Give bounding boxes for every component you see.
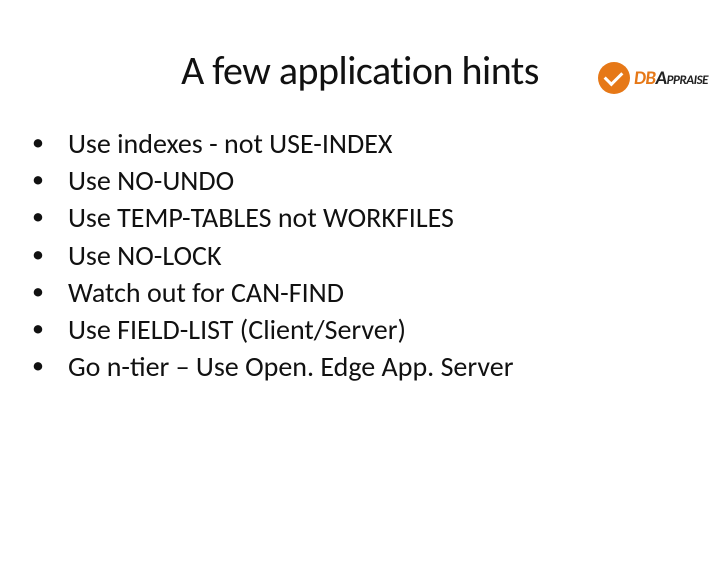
list-item: Use NO-LOCK: [28, 237, 720, 274]
bullet-list: Use indexes - not USE-INDEX Use NO-UNDO …: [28, 125, 720, 386]
list-item: Go n-tier – Use Open. Edge App. Server: [28, 348, 720, 385]
logo-text: DBAppraise: [634, 67, 708, 90]
list-item: Use NO-UNDO: [28, 162, 720, 199]
bullet-text: Use indexes - not USE-INDEX: [68, 125, 393, 162]
logo-db: DB: [634, 67, 656, 90]
bullet-text: Watch out for CAN-FIND: [68, 274, 344, 311]
bullet-text: Use NO-UNDO: [68, 162, 234, 199]
bullet-text: Use NO-LOCK: [68, 237, 222, 274]
brand-logo: DBAppraise: [598, 62, 708, 94]
bullet-text: Use TEMP-TABLES not WORKFILES: [68, 199, 454, 236]
checkmark-icon: [598, 62, 630, 94]
bullet-text: Go n-tier – Use Open. Edge App. Server: [68, 348, 514, 385]
bullet-text: Use FIELD-LIST (Client/Server): [68, 311, 406, 348]
list-item: Use FIELD-LIST (Client/Server): [28, 311, 720, 348]
list-item: Watch out for CAN-FIND: [28, 274, 720, 311]
list-item: Use indexes - not USE-INDEX: [28, 125, 720, 162]
list-item: Use TEMP-TABLES not WORKFILES: [28, 199, 720, 236]
logo-appraise: Appraise: [656, 67, 708, 90]
